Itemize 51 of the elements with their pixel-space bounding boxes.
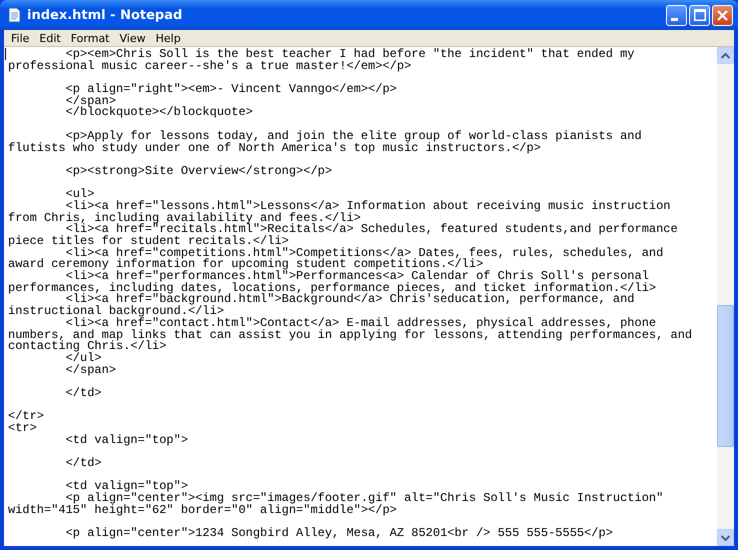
- code-line: </td>: [64, 458, 103, 470]
- code-line: <li><a href="background.html">Background</a> Chris'seducation, performance, and: [66, 294, 636, 306]
- scroll-down-button[interactable]: [717, 529, 734, 546]
- code-line: <p><strong>Site Overview</strong></p>: [64, 166, 334, 178]
- menu-item[interactable]: Edit: [34, 32, 66, 44]
- code-line: </span>: [64, 364, 118, 376]
- notepad-icon: [6, 7, 22, 23]
- menu-item[interactable]: File: [6, 32, 34, 44]
- code-line: instructional background.</li>: [8, 306, 224, 318]
- close-button[interactable]: [712, 4, 733, 26]
- minimize-button[interactable]: [666, 4, 687, 26]
- code-line: <td valign="top">: [64, 434, 190, 446]
- scroll-thumb[interactable]: [717, 305, 734, 447]
- menu-item[interactable]: Help: [150, 32, 186, 44]
- code-line: </span>: [64, 96, 116, 108]
- code-line: award ceremony information for upcoming student competitions.</li>: [8, 259, 484, 272]
- code-line: </tr>: [8, 411, 46, 424]
- code-line: </blockquote></blockquote>: [64, 107, 254, 120]
- code-line: <td valign="top">: [64, 481, 188, 494]
- code-line: <tr>: [8, 423, 38, 435]
- code-line: <li><a href="performances.html">Performances<a> Calendar of Chris Soll's personal: [66, 271, 649, 283]
- maximize-icon: [694, 9, 706, 21]
- code-line: </td>: [64, 388, 103, 400]
- code-line: numbers, and map links that can assist you in applying for lessons, attending performances, and: [8, 330, 694, 342]
- code-line: flutists who study under one of North America's top music instructors.</p>: [8, 142, 542, 154]
- code-line: <p><em>Chris Soll is the best teacher I had before "the incident" that ended my: [66, 49, 636, 61]
- code-line: <p>Apply for lessons today, and join the elite group of world-class pianists and: [64, 130, 643, 143]
- code-line: <p align="right"><em>- Vincent Vanngo</em></p>: [64, 84, 398, 96]
- scroll-up-button[interactable]: [717, 47, 734, 64]
- menu-item[interactable]: View: [114, 32, 151, 44]
- maximize-button[interactable]: [689, 4, 710, 26]
- code-line: <li><a href="competitions.html">Competitions</a> Dates, fees, rules, schedules, and: [64, 248, 664, 260]
- code-line: contacting Chris.</li>: [8, 341, 168, 353]
- code-line: piece titles for student recitals.</li>: [8, 236, 289, 248]
- close-icon: [717, 10, 728, 20]
- window-title: index.html - Notepad: [27, 8, 184, 22]
- code-line: performances, including dates, locations, performance pieces, and ticket information.</li>: [8, 282, 658, 294]
- code-line: </ul>: [66, 352, 102, 365]
- code-line: <p align="center">1234 Songbird Alley, Mesa, AZ 85201<br /> 555 555-5555</p>: [64, 528, 614, 540]
- text-cursor: [5, 48, 6, 60]
- code-line: <li><a href="recitals.html">Recitals</a> Schedules, featured students,and performance: [66, 224, 679, 236]
- code-line: professional music career--she's a true master!</em></p>: [8, 60, 412, 72]
- code-line: from Chris, including availability and fees.</li>: [8, 212, 362, 224]
- code-line: <li><a href="lessons.html">Lessons</a> Information about receiving music instruction: [66, 200, 672, 213]
- minimize-icon: [670, 18, 678, 20]
- code-line: <p align="center"><img src="images/footer.gif" alt="Chris Soll's Music Instruction": [66, 493, 664, 505]
- menu-item[interactable]: Format: [66, 32, 114, 44]
- code-line: <li><a href="contact.html">Contact</a> E-mail addresses, physical addresses, phone: [64, 318, 656, 330]
- vertical-scrollbar[interactable]: [717, 47, 734, 546]
- code-line: width="415" height="62" border="0" align="middle"></p>: [8, 504, 398, 517]
- code-line: <ul>: [64, 189, 94, 201]
